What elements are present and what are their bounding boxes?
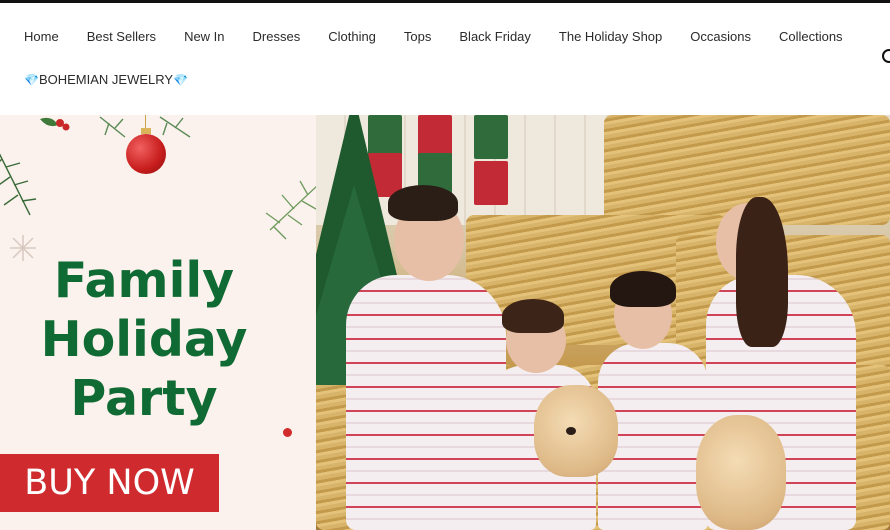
main-navigation: Home Best Sellers New In Dresses Clothin… bbox=[0, 3, 890, 115]
ornament-string bbox=[145, 115, 146, 129]
holiday-banner bbox=[474, 115, 508, 159]
nav-item-bohemian-jewelry[interactable]: 💎BOHEMIAN JEWELRY💎 bbox=[24, 72, 188, 87]
father-hair bbox=[388, 185, 458, 221]
nav-item-bohemian-jewelry-label: BOHEMIAN JEWELRY bbox=[38, 72, 174, 87]
berry-decoration bbox=[283, 428, 292, 437]
nav-item-best-sellers[interactable]: Best Sellers bbox=[87, 29, 156, 44]
hero-photo bbox=[316, 115, 890, 530]
nav-row-primary: Home Best Sellers New In Dresses Clothin… bbox=[24, 29, 871, 44]
hero-banner[interactable]: Family Holiday Party BUY NOW bbox=[0, 115, 890, 530]
hero-title: Family Holiday Party bbox=[0, 251, 294, 428]
pine-branch-decoration bbox=[265, 180, 316, 240]
nav-row-secondary: 💎BOHEMIAN JEWELRY💎 bbox=[24, 72, 216, 87]
search-icon[interactable] bbox=[882, 49, 890, 63]
hero-title-line: Party bbox=[70, 370, 218, 427]
hero-title-line: Family bbox=[53, 252, 235, 309]
gem-icon: 💎 bbox=[24, 73, 39, 87]
nav-item-dresses[interactable]: Dresses bbox=[253, 29, 301, 44]
son-hair bbox=[502, 299, 564, 333]
nav-item-occasions[interactable]: Occasions bbox=[690, 29, 751, 44]
nav-item-collections[interactable]: Collections bbox=[779, 29, 843, 44]
promo-panel: Family Holiday Party BUY NOW bbox=[0, 115, 316, 530]
buy-now-button[interactable]: BUY NOW bbox=[0, 454, 219, 512]
gem-icon: 💎 bbox=[173, 73, 189, 87]
holiday-banner bbox=[474, 161, 508, 205]
nav-item-new-in[interactable]: New In bbox=[184, 29, 224, 44]
father-pajamas bbox=[346, 275, 506, 530]
nav-item-holiday-shop[interactable]: The Holiday Shop bbox=[559, 29, 662, 44]
daughter-hair bbox=[610, 271, 676, 307]
dog-body bbox=[696, 415, 786, 530]
nav-item-home[interactable]: Home bbox=[24, 29, 59, 44]
mother-hair bbox=[736, 197, 788, 347]
nav-item-clothing[interactable]: Clothing bbox=[328, 29, 376, 44]
hero-title-line: Holiday bbox=[40, 311, 248, 368]
nav-item-tops[interactable]: Tops bbox=[404, 29, 431, 44]
holly-decoration bbox=[40, 117, 70, 131]
nav-item-black-friday[interactable]: Black Friday bbox=[459, 29, 531, 44]
dog-nose bbox=[566, 427, 576, 435]
dog bbox=[534, 385, 618, 477]
ornament-icon bbox=[126, 134, 166, 174]
